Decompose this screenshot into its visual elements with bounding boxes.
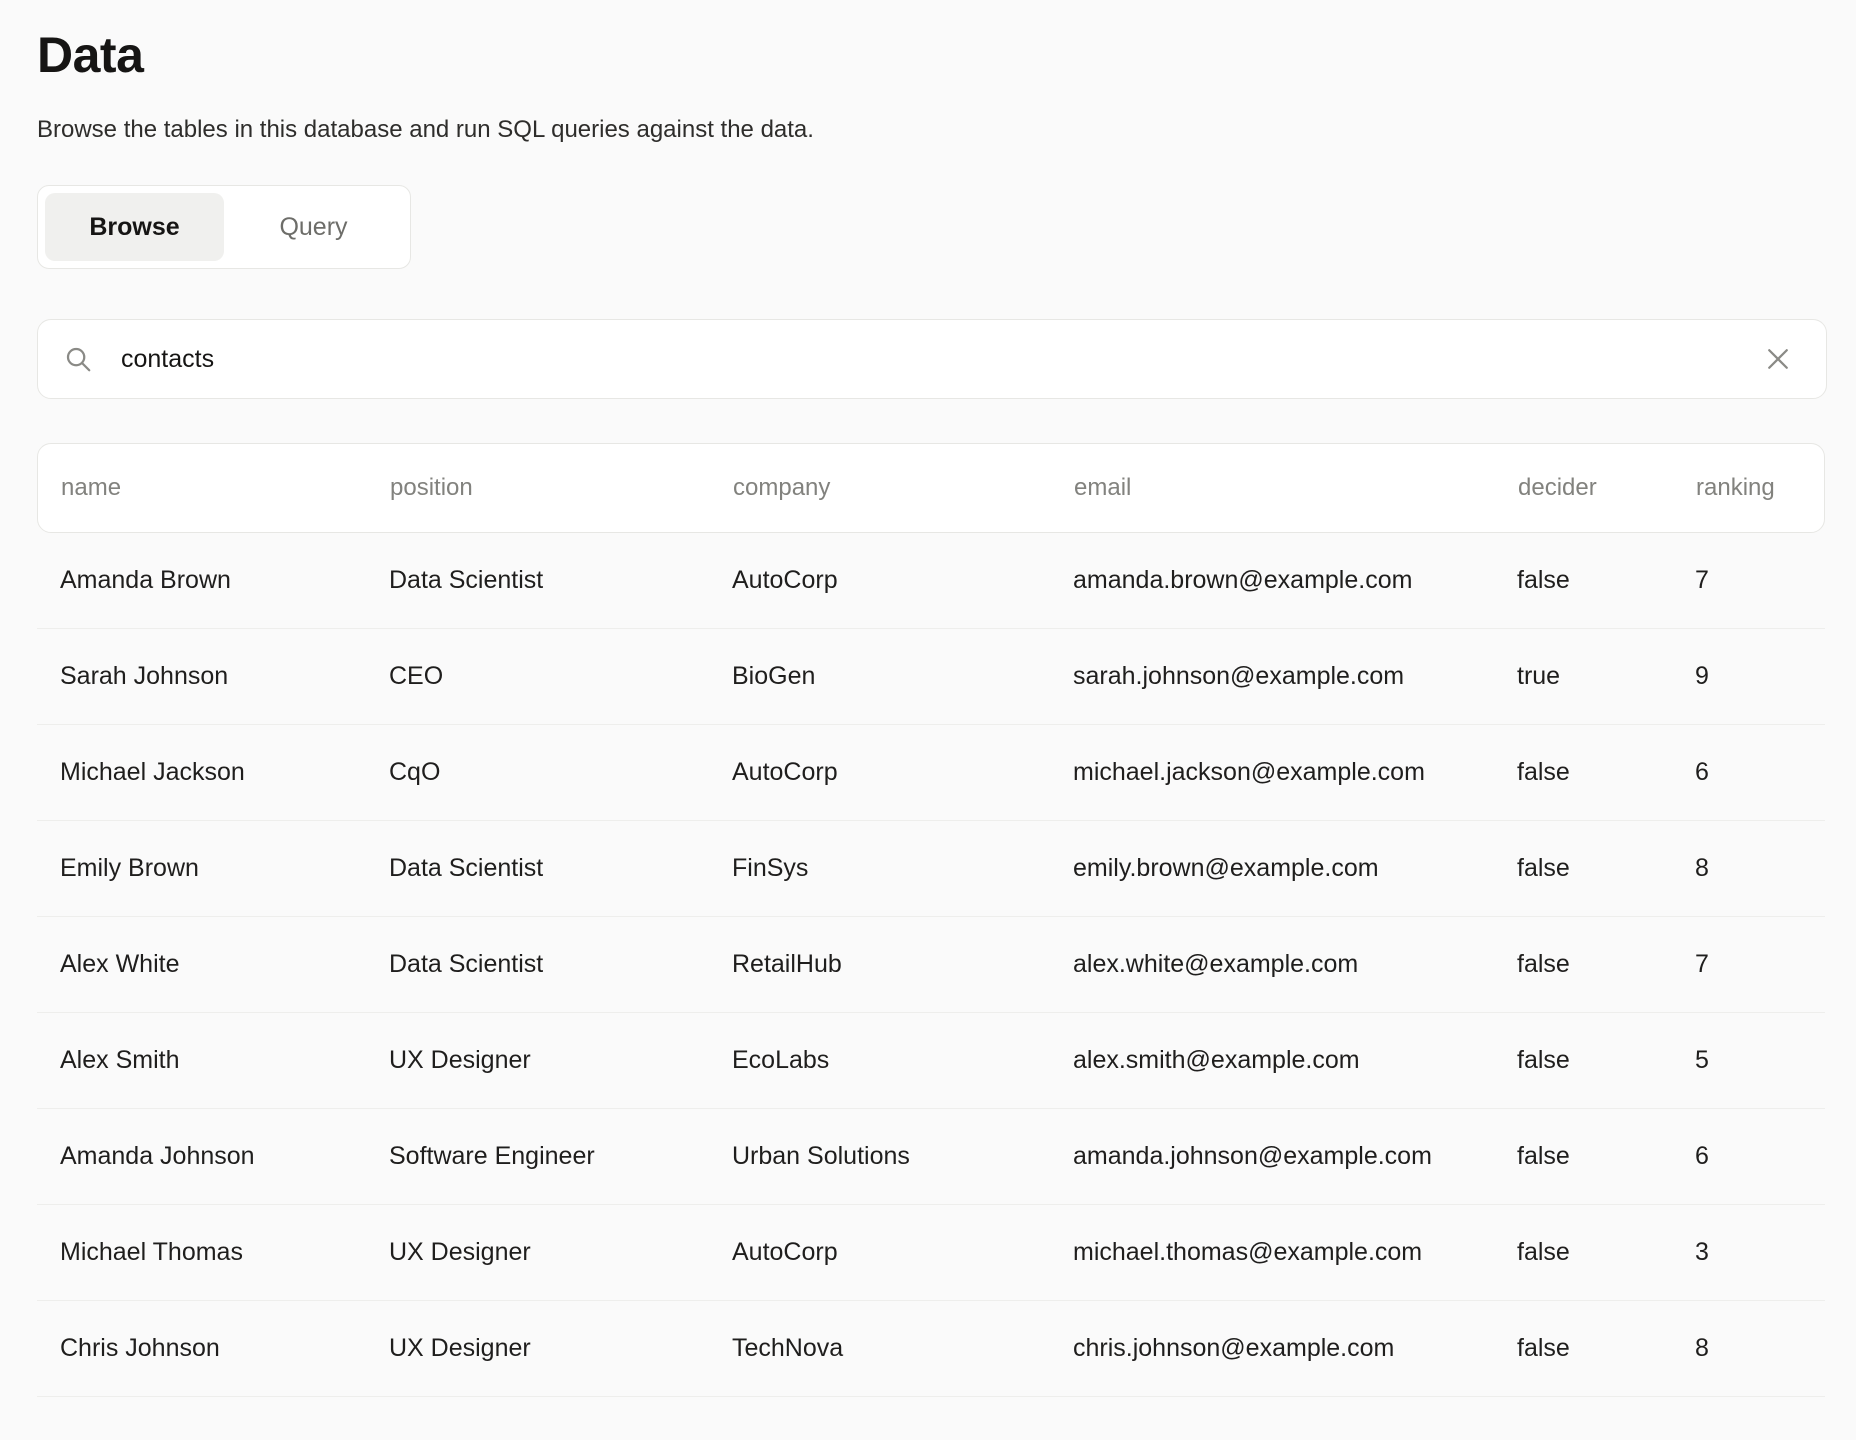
cell-email: chris.johnson@example.com [1073, 1334, 1517, 1363]
column-header-name: name [61, 474, 390, 502]
table-body: Amanda Brown Data Scientist AutoCorp ama… [37, 533, 1825, 1397]
table-row[interactable]: Chris Johnson UX Designer TechNova chris… [37, 1301, 1825, 1397]
cell-ranking: 3 [1695, 1238, 1802, 1267]
clear-search-button[interactable] [1758, 339, 1798, 379]
cell-ranking: 7 [1695, 950, 1802, 979]
cell-decider: false [1517, 950, 1695, 979]
cell-name: Alex Smith [60, 1046, 389, 1075]
cell-email: michael.jackson@example.com [1073, 758, 1517, 787]
search-input[interactable] [121, 345, 1758, 374]
table-row[interactable]: Emily Brown Data Scientist FinSys emily.… [37, 821, 1825, 917]
cell-decider: false [1517, 1142, 1695, 1171]
table-header-row: name position company email decider rank… [37, 443, 1825, 533]
cell-decider: false [1517, 758, 1695, 787]
cell-company: AutoCorp [732, 758, 1073, 787]
cell-ranking: 5 [1695, 1046, 1802, 1075]
column-header-company: company [733, 474, 1074, 502]
table-row[interactable]: Michael Jackson CqO AutoCorp michael.jac… [37, 725, 1825, 821]
cell-company: Urban Solutions [732, 1142, 1073, 1171]
cell-name: Emily Brown [60, 854, 389, 883]
table-row[interactable]: Amanda Brown Data Scientist AutoCorp ama… [37, 533, 1825, 629]
table-row[interactable]: Alex White Data Scientist RetailHub alex… [37, 917, 1825, 1013]
cell-company: BioGen [732, 662, 1073, 691]
close-icon [1763, 344, 1793, 374]
cell-email: sarah.johnson@example.com [1073, 662, 1517, 691]
cell-position: UX Designer [389, 1334, 732, 1363]
cell-ranking: 9 [1695, 662, 1802, 691]
cell-decider: false [1517, 1238, 1695, 1267]
browse-query-tab-group: Browse Query [37, 185, 411, 269]
table-row[interactable]: Michael Thomas UX Designer AutoCorp mich… [37, 1205, 1825, 1301]
cell-decider: true [1517, 662, 1695, 691]
cell-name: Alex White [60, 950, 389, 979]
cell-email: emily.brown@example.com [1073, 854, 1517, 883]
cell-position: UX Designer [389, 1238, 732, 1267]
cell-email: amanda.brown@example.com [1073, 566, 1517, 595]
cell-position: UX Designer [389, 1046, 732, 1075]
cell-company: FinSys [732, 854, 1073, 883]
cell-position: CqO [389, 758, 732, 787]
cell-name: Michael Jackson [60, 758, 389, 787]
cell-name: Amanda Brown [60, 566, 389, 595]
cell-company: TechNova [732, 1334, 1073, 1363]
page-subtitle: Browse the tables in this database and r… [37, 116, 1827, 144]
cell-ranking: 8 [1695, 854, 1802, 883]
column-header-ranking: ranking [1696, 474, 1801, 502]
table-search-bar[interactable] [37, 319, 1827, 399]
cell-email: alex.smith@example.com [1073, 1046, 1517, 1075]
cell-company: EcoLabs [732, 1046, 1073, 1075]
column-header-decider: decider [1518, 474, 1696, 502]
cell-name: Chris Johnson [60, 1334, 389, 1363]
column-header-email: email [1074, 474, 1518, 502]
page-title: Data [37, 26, 1827, 84]
contacts-table: name position company email decider rank… [37, 443, 1825, 1397]
search-icon [63, 344, 93, 374]
cell-ranking: 6 [1695, 758, 1802, 787]
cell-name: Sarah Johnson [60, 662, 389, 691]
cell-decider: false [1517, 854, 1695, 883]
table-row[interactable]: Sarah Johnson CEO BioGen sarah.johnson@e… [37, 629, 1825, 725]
cell-decider: false [1517, 1046, 1695, 1075]
cell-decider: false [1517, 566, 1695, 595]
cell-position: Data Scientist [389, 566, 732, 595]
cell-name: Michael Thomas [60, 1238, 389, 1267]
cell-company: AutoCorp [732, 566, 1073, 595]
cell-email: michael.thomas@example.com [1073, 1238, 1517, 1267]
tab-browse[interactable]: Browse [45, 193, 224, 261]
cell-position: Data Scientist [389, 854, 732, 883]
cell-ranking: 6 [1695, 1142, 1802, 1171]
cell-ranking: 8 [1695, 1334, 1802, 1363]
cell-name: Amanda Johnson [60, 1142, 389, 1171]
cell-email: alex.white@example.com [1073, 950, 1517, 979]
table-row[interactable]: Amanda Johnson Software Engineer Urban S… [37, 1109, 1825, 1205]
cell-position: CEO [389, 662, 732, 691]
cell-decider: false [1517, 1334, 1695, 1363]
tab-query[interactable]: Query [224, 193, 403, 261]
data-page: Data Browse the tables in this database … [0, 0, 1856, 1397]
cell-email: amanda.johnson@example.com [1073, 1142, 1517, 1171]
column-header-position: position [390, 474, 733, 502]
cell-position: Data Scientist [389, 950, 732, 979]
cell-company: AutoCorp [732, 1238, 1073, 1267]
cell-ranking: 7 [1695, 566, 1802, 595]
cell-position: Software Engineer [389, 1142, 732, 1171]
cell-company: RetailHub [732, 950, 1073, 979]
table-row[interactable]: Alex Smith UX Designer EcoLabs alex.smit… [37, 1013, 1825, 1109]
